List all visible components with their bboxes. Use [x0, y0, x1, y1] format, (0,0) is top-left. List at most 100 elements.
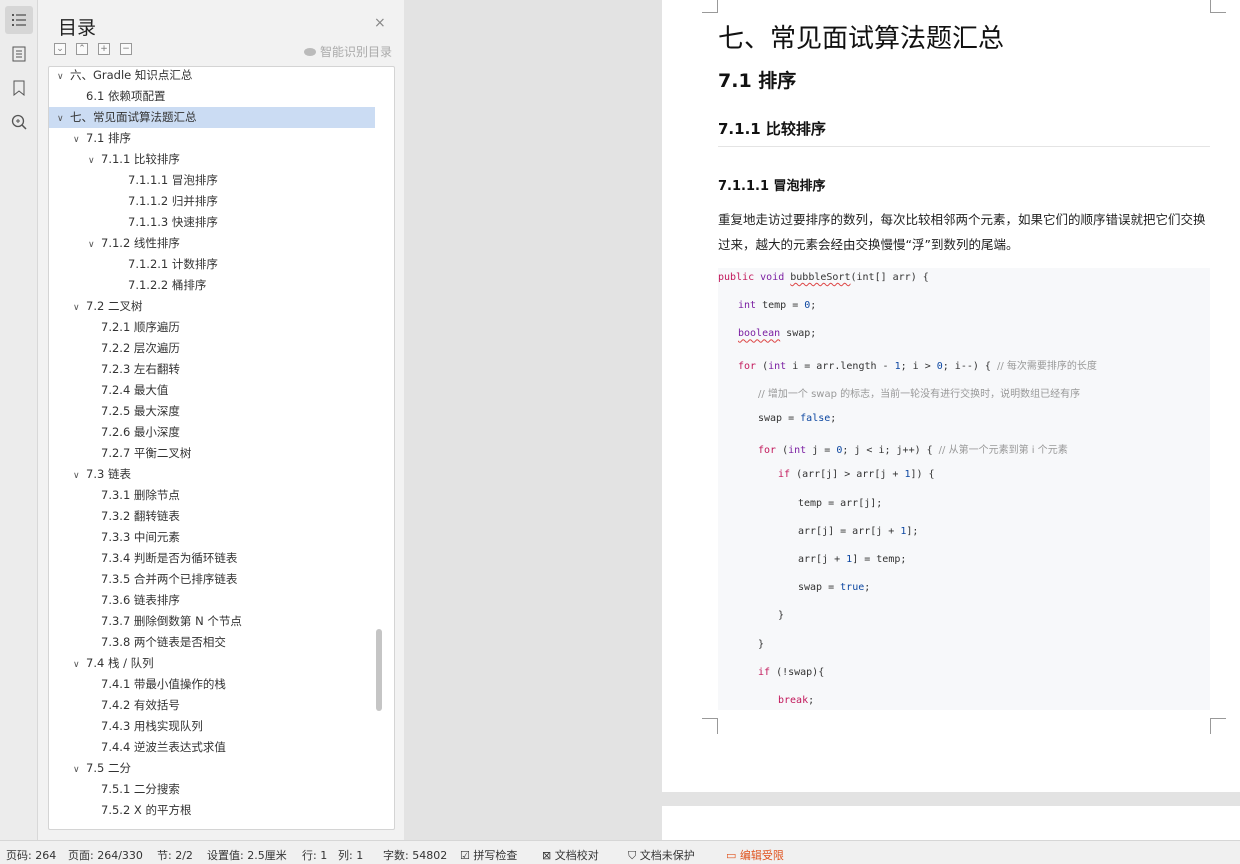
toc-item-label: 7.2 二叉树	[86, 299, 143, 313]
toc-item-label: 6.1 依赖项配置	[86, 89, 166, 103]
toc-item[interactable]: 7.4.4 逆波兰表达式求值	[49, 737, 375, 758]
add-heading-icon[interactable]: +	[98, 43, 110, 55]
eye-icon	[304, 47, 316, 56]
document-page: 七、常见面试算法题汇总 7.1 排序 7.1.1 比较排序 7.1.1.1 冒泡…	[662, 0, 1240, 792]
chevron-down-icon[interactable]: ∨	[88, 235, 101, 256]
chevron-down-icon[interactable]: ∨	[57, 109, 70, 130]
spell-check-button[interactable]: ☑ 拼写检查	[460, 847, 517, 863]
toc-item[interactable]: ∨ 七、常见面试算法题汇总	[49, 107, 375, 128]
toc-item-label: 7.3.1 删除节点	[101, 488, 180, 502]
chevron-down-icon[interactable]: ∨	[73, 130, 86, 151]
toc-item-label: 7.2.2 层次遍历	[101, 341, 180, 355]
toc-item[interactable]: 7.1.2.1 计数排序	[49, 254, 375, 275]
toc-item-label: 7.2.5 最大深度	[101, 404, 180, 418]
paragraph: 重复地走访过要排序的数列，每次比较相邻两个元素，如果它们的顺序错误就把它们交换过…	[718, 212, 1206, 252]
toc-item[interactable]: ∨ 7.1.2 线性排序	[49, 233, 375, 254]
page-corner-mark	[1210, 718, 1226, 734]
toc-item[interactable]: ∨ 7.2 二叉树	[49, 296, 375, 317]
code-line: boolean swap;	[738, 328, 817, 340]
toc-item[interactable]: 7.3.7 删除倒数第 N 个节点	[49, 611, 375, 632]
toc-item[interactable]: 7.3.6 链表排序	[49, 590, 375, 611]
toc-item-label: 7.3.2 翻转链表	[101, 509, 180, 523]
toc-item[interactable]: 7.3.2 翻转链表	[49, 506, 375, 527]
toc-item[interactable]: 7.3.5 合并两个已排序链表	[49, 569, 375, 590]
toc-item[interactable]: 6.1 依赖项配置	[49, 86, 375, 107]
chevron-down-icon[interactable]: ∨	[73, 655, 86, 676]
list-icon[interactable]	[5, 6, 33, 34]
toc-list[interactable]: ∨ 六、Gradle 知识点汇总 6.1 依赖项配置 ∨ 七、常见面试算法题汇总 ∨ 7.1…	[48, 66, 395, 830]
remove-heading-icon[interactable]: −	[120, 43, 132, 55]
toc-item[interactable]: 7.1.1.2 归并排序	[49, 191, 375, 212]
toc-item[interactable]: 7.3.8 两个链表是否相交	[49, 632, 375, 653]
proofread-button[interactable]: ⊠ 文档校对	[542, 847, 599, 863]
toc-item[interactable]: 7.1.1.3 快速排序	[49, 212, 375, 233]
close-icon[interactable]: ×	[374, 15, 386, 31]
edit-limit-button[interactable]: ▭ 编辑受限	[726, 847, 784, 863]
toc-item-label: 7.2.6 最小深度	[101, 425, 180, 439]
toc-item[interactable]: 7.5.1 二分搜索	[49, 779, 375, 800]
toc-item-label: 7.4.1 带最小值操作的栈	[101, 677, 226, 691]
chevron-down-icon[interactable]: ∨	[73, 298, 86, 319]
toc-item[interactable]: 7.3.3 中间元素	[49, 527, 375, 548]
toc-item[interactable]: ∨ 7.5 二分	[49, 758, 375, 779]
bookmark-icon[interactable]	[5, 74, 33, 102]
chevron-down-icon[interactable]: ∨	[73, 760, 86, 781]
toc-item-label: 7.5 二分	[86, 761, 131, 775]
toc-item[interactable]: ∨ 7.3 链表	[49, 464, 375, 485]
toc-item[interactable]: ∨ 7.1 排序	[49, 128, 375, 149]
status-setting: 设置值: 2.5厘米	[207, 849, 287, 862]
toc-item-label: 7.5.1 二分搜索	[101, 782, 180, 796]
toc-item[interactable]: 7.5.2 X 的平方根	[49, 800, 375, 821]
document-icon[interactable]	[5, 40, 33, 68]
chevron-down-icon[interactable]: ∨	[57, 67, 70, 88]
toc-scrollbar[interactable]	[376, 629, 382, 711]
heading-2: 7.1 排序	[718, 70, 797, 92]
smart-toc-button[interactable]: 智能识别目录	[304, 43, 392, 60]
toc-item[interactable]: 7.4.3 用栈实现队列	[49, 716, 375, 737]
status-page[interactable]: 页面: 264/330	[68, 847, 143, 863]
heading-divider	[718, 146, 1210, 147]
code-line: if (!swap){	[758, 666, 825, 678]
toc-item[interactable]: 7.3.1 删除节点	[49, 485, 375, 506]
code-line: break;	[778, 695, 815, 706]
document-area[interactable]: 七、常见面试算法题汇总 7.1 排序 7.1.1 比较排序 7.1.1.1 冒泡…	[404, 0, 1240, 840]
toc-item-label: 7.1.2.2 桶排序	[128, 278, 207, 292]
toc-item[interactable]: 7.2.1 顺序遍历	[49, 317, 375, 338]
toc-item-label: 7.3.5 合并两个已排序链表	[101, 572, 238, 586]
code-line: public void bubbleSort(int[] arr) {	[718, 272, 929, 283]
toc-item[interactable]: 7.4.1 带最小值操作的栈	[49, 674, 375, 695]
code-line: }	[758, 638, 765, 650]
protect-button[interactable]: ⛉ 文档未保护	[628, 847, 695, 863]
toc-item[interactable]: 7.1.2.2 桶排序	[49, 275, 375, 296]
toc-item[interactable]: 7.2.4 最大值	[49, 380, 375, 401]
toc-item-label: 7.4 栈 / 队列	[86, 656, 154, 670]
toc-item-label: 7.2.1 顺序遍历	[101, 320, 180, 334]
toc-item[interactable]: 7.2.3 左右翻转	[49, 359, 375, 380]
spell-check-icon: ☑	[460, 849, 470, 862]
toc-item-label: 7.2.7 平衡二叉树	[101, 446, 192, 460]
toc-item[interactable]: 7.1.1.1 冒泡排序	[49, 170, 375, 191]
chevron-down-icon[interactable]: ∨	[88, 151, 101, 172]
toc-item[interactable]: ∨ 六、Gradle 知识点汇总	[49, 67, 375, 88]
toc-item[interactable]: 7.2.5 最大深度	[49, 401, 375, 422]
toc-item-label: 七、常见面试算法题汇总	[70, 110, 197, 124]
toc-item[interactable]: ∨ 7.4 栈 / 队列	[49, 653, 375, 674]
toc-item[interactable]: ∨ 7.1.1 比较排序	[49, 149, 375, 170]
collapse-all-icon[interactable]: ⌄	[54, 43, 66, 55]
toc-item[interactable]: 7.2.7 平衡二叉树	[49, 443, 375, 464]
code-line: if (arr[j] > arr[j + 1]) {	[778, 469, 935, 481]
heading-3: 7.1.1 比较排序	[718, 120, 826, 138]
chevron-down-icon[interactable]: ∨	[73, 466, 86, 487]
toc-item[interactable]: 7.2.6 最小深度	[49, 422, 375, 443]
toc-item[interactable]: 7.4.2 有效括号	[49, 695, 375, 716]
status-words[interactable]: 字数: 54802	[383, 847, 447, 863]
toc-item-label: 六、Gradle 知识点汇总	[70, 68, 193, 82]
toc-item[interactable]: 7.2.2 层次遍历	[49, 338, 375, 359]
status-row: 行: 1	[302, 849, 328, 862]
toc-item[interactable]: 7.3.4 判断是否为循环链表	[49, 548, 375, 569]
code-line: for (int j = 0; j < i; j++) { // 从第一个元素到…	[758, 445, 1068, 457]
status-bar: 页码: 264 页面: 264/330 节: 2/2 设置值: 2.5厘米 行:…	[0, 840, 1240, 864]
search-zoom-icon[interactable]	[5, 108, 33, 136]
toc-item-label: 7.4.3 用栈实现队列	[101, 719, 203, 733]
expand-up-icon[interactable]: ⌃	[76, 43, 88, 55]
